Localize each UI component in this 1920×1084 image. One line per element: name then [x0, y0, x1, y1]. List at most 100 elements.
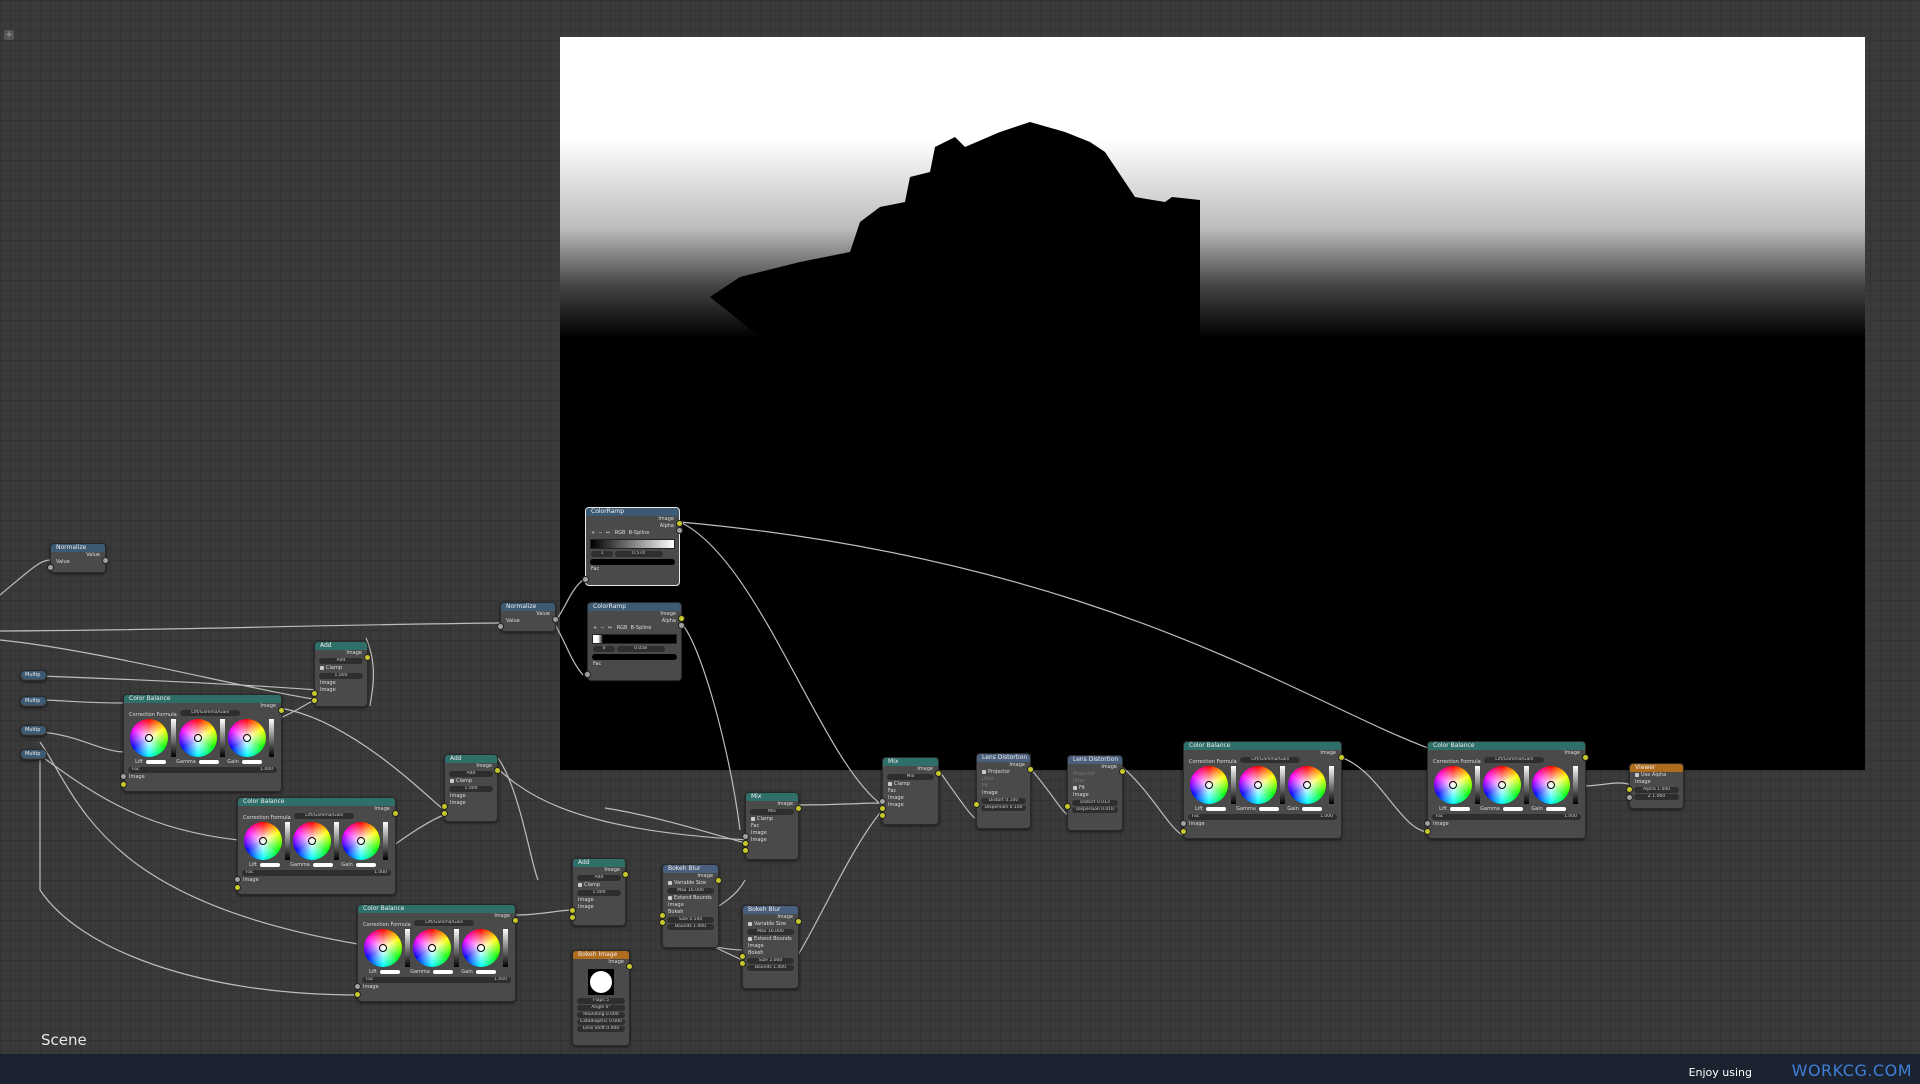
- fac-field[interactable]: 1.000: [319, 673, 363, 679]
- gamma-value-bar[interactable]: [334, 822, 339, 860]
- input-socket[interactable]: [584, 671, 591, 678]
- normalize-node[interactable]: Normalize Value Value: [497, 602, 559, 632]
- node-editor-canvas[interactable]: + Normalize Value Value Normalize Value …: [0, 0, 1920, 1054]
- node-header[interactable]: Add: [445, 755, 497, 763]
- color-balance-node[interactable]: Color Balance Image Correction Formula L…: [1180, 741, 1345, 839]
- input-socket[interactable]: [569, 907, 576, 914]
- clamp-checkbox[interactable]: Clamp: [746, 816, 798, 823]
- output-socket[interactable]: [1027, 766, 1034, 773]
- input-socket[interactable]: [1180, 820, 1187, 827]
- mix-add-node[interactable]: Add Image Add Clamp 1.000 Image Image: [311, 641, 371, 707]
- correction-formula[interactable]: Correction Formula Lift/Gamma/Gain: [1428, 757, 1585, 765]
- output-socket[interactable]: [1338, 754, 1345, 761]
- fac-field[interactable]: 1.000: [449, 786, 493, 792]
- input-socket[interactable]: [742, 847, 749, 854]
- lens-shift-field[interactable]: Lens Shift 0.000: [577, 1026, 625, 1032]
- fac-field[interactable]: Fac 1.000: [362, 977, 511, 983]
- node-header[interactable]: Add: [315, 642, 367, 650]
- lift-wheel[interactable]: [1434, 766, 1472, 804]
- node-header[interactable]: Bokeh Image: [573, 951, 629, 959]
- blend-mode-select[interactable]: Mix: [887, 774, 934, 780]
- output-socket[interactable]: [676, 527, 683, 534]
- gamma-wheel[interactable]: [1239, 766, 1277, 804]
- gain-value-bar[interactable]: [1573, 766, 1578, 804]
- correction-formula[interactable]: Correction Formula Lift/Gamma/Gain: [124, 710, 281, 718]
- input-socket[interactable]: [47, 564, 54, 571]
- projector-checkbox[interactable]: Projector: [977, 769, 1030, 776]
- formula-select[interactable]: Lift/Gamma/Gain: [1484, 757, 1545, 763]
- blend-mode-select[interactable]: Mix: [750, 809, 794, 815]
- catadioptric-field[interactable]: Catadioptric 0.000: [577, 1019, 625, 1025]
- node-header[interactable]: Color Balance: [358, 905, 515, 913]
- bounding-box-field[interactable]: Bounds 1.000: [667, 924, 714, 930]
- input-socket[interactable]: [234, 884, 241, 891]
- input-socket[interactable]: [973, 801, 980, 808]
- input-socket[interactable]: [311, 690, 318, 697]
- color-balance-node[interactable]: Color Balance Image Correction Formula L…: [120, 694, 285, 792]
- lift-wheel[interactable]: [130, 719, 168, 757]
- input-socket[interactable]: [354, 991, 361, 998]
- node-header[interactable]: Color Balance: [238, 798, 395, 806]
- multiply-node[interactable]: Multip: [20, 725, 47, 736]
- color-wheels[interactable]: [238, 820, 395, 862]
- node-header[interactable]: ColorRamp: [586, 508, 679, 516]
- fac-field[interactable]: Fac 1.000: [128, 767, 277, 773]
- node-header[interactable]: Mix: [746, 793, 798, 801]
- input-socket[interactable]: [311, 697, 318, 704]
- node-header[interactable]: Multip: [21, 671, 46, 679]
- color-balance-node[interactable]: Color Balance Image Correction Formula L…: [234, 797, 399, 895]
- formula-select[interactable]: Lift/Gamma/Gain: [1240, 757, 1301, 763]
- input-socket[interactable]: [1064, 803, 1071, 810]
- color-wheels[interactable]: [1184, 764, 1341, 806]
- output-socket[interactable]: [392, 810, 399, 817]
- color-balance-node[interactable]: Color Balance Image Correction Formula L…: [354, 904, 519, 1002]
- node-header[interactable]: Multip: [21, 750, 46, 758]
- output-socket[interactable]: [678, 615, 685, 622]
- jitter-checkbox[interactable]: Jitter: [1068, 778, 1122, 785]
- fac-field[interactable]: Fac 1.000: [242, 870, 391, 876]
- dispersion-field[interactable]: Dispersion 0.010: [1072, 807, 1118, 813]
- input-socket[interactable]: [120, 781, 127, 788]
- multiply-node[interactable]: Multip: [20, 696, 47, 707]
- gamma-value-bar[interactable]: [220, 719, 225, 757]
- node-header[interactable]: Lens Distortion: [977, 754, 1030, 762]
- gamma-wheel[interactable]: [179, 719, 217, 757]
- input-socket[interactable]: [1180, 828, 1187, 835]
- extend-bounds-checkbox[interactable]: Extend Bounds: [743, 936, 798, 943]
- color-wheels[interactable]: [124, 717, 281, 759]
- ramp-toolbar[interactable]: + − ↔ RGB B-Spline: [588, 625, 681, 632]
- correction-formula[interactable]: Correction Formula Lift/Gamma/Gain: [238, 813, 395, 821]
- input-socket[interactable]: [582, 576, 589, 583]
- gain-wheel[interactable]: [342, 822, 380, 860]
- dispersion-field[interactable]: Dispersion 0.100: [981, 805, 1026, 811]
- mix-node[interactable]: Mix Image Mix Clamp Fac Image Image: [742, 792, 802, 860]
- output-socket[interactable]: [364, 654, 371, 661]
- node-header[interactable]: Color Balance: [1184, 742, 1341, 750]
- viewer-node[interactable]: Viewer Use Alpha Image Alpha 1.000 Z 1.0…: [1626, 763, 1684, 809]
- color-wheels[interactable]: [358, 927, 515, 969]
- rounding-field[interactable]: Rounding 0.000: [577, 1012, 625, 1018]
- fac-field[interactable]: 1.000: [577, 890, 621, 896]
- lift-wheel[interactable]: [1190, 766, 1228, 804]
- lift-value-bar[interactable]: [285, 822, 290, 860]
- gain-wheel[interactable]: [228, 719, 266, 757]
- input-socket[interactable]: [879, 798, 886, 805]
- color-wheels[interactable]: [1428, 764, 1585, 806]
- lift-value-bar[interactable]: [171, 719, 176, 757]
- output-socket[interactable]: [102, 557, 109, 564]
- output-socket[interactable]: [795, 805, 802, 812]
- gain-wheel[interactable]: [1288, 766, 1326, 804]
- input-socket[interactable]: [659, 919, 666, 926]
- node-header[interactable]: Multip: [21, 726, 46, 734]
- lift-value-bar[interactable]: [1475, 766, 1480, 804]
- input-socket[interactable]: [234, 876, 241, 883]
- input-socket[interactable]: [354, 983, 361, 990]
- distort-field[interactable]: Distort 0.100: [981, 798, 1026, 804]
- output-socket[interactable]: [494, 767, 501, 774]
- node-header[interactable]: Normalize: [51, 544, 105, 552]
- gain-value-bar[interactable]: [1329, 766, 1334, 804]
- ramp-toolbar[interactable]: + − ↔ RGB B-Spline: [586, 530, 679, 537]
- fit-checkbox[interactable]: Fit: [977, 783, 1030, 790]
- output-socket[interactable]: [1582, 754, 1589, 761]
- blend-mode-select[interactable]: Add: [319, 658, 363, 664]
